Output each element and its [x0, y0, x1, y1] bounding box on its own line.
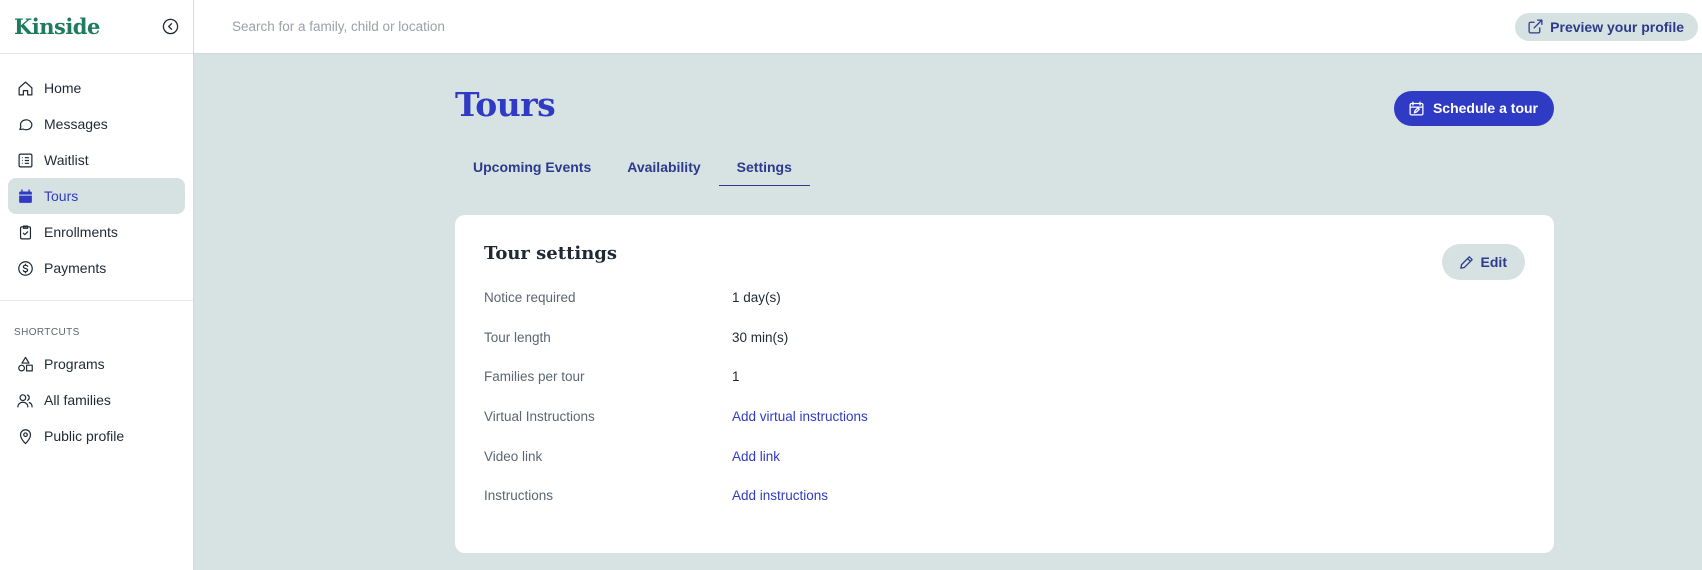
- row-value: 1 day(s): [732, 290, 781, 306]
- add-link-link[interactable]: Add link: [732, 449, 780, 464]
- edit-label: Edit: [1480, 254, 1507, 270]
- preview-profile-label: Preview your profile: [1550, 18, 1684, 35]
- page-title: Tours: [455, 84, 556, 124]
- page-header: Tours Schedule a tour: [455, 54, 1554, 154]
- settings-row-virtual-instructions: Virtual Instructions Add virtual instruc…: [484, 397, 1525, 437]
- schedule-tour-button[interactable]: Schedule a tour: [1393, 90, 1554, 126]
- settings-row-tour-length: Tour length 30 min(s): [484, 318, 1525, 358]
- sidebar-item-label: Tours: [44, 188, 79, 204]
- card-title: Tour settings: [484, 243, 618, 264]
- sidebar-item-label: Programs: [44, 356, 105, 372]
- settings-row-families-per-tour: Families per tour 1: [484, 357, 1525, 397]
- home-icon: [16, 79, 34, 97]
- kinside-logo[interactable]: Kinside: [14, 14, 100, 39]
- row-label: Instructions: [484, 488, 554, 504]
- sidebar-item-label: Home: [44, 80, 82, 96]
- row-label: Families per tour: [484, 369, 585, 385]
- settings-row-video-link: Video link Add link: [484, 436, 1525, 476]
- sidebar-item-messages[interactable]: Messages: [8, 106, 185, 142]
- shapes-icon: [16, 355, 34, 373]
- row-label: Tour length: [484, 329, 551, 345]
- pencil-icon: [1459, 255, 1473, 269]
- main-content: Tours Schedule a tour Upcoming Events Av…: [455, 54, 1554, 553]
- tab-upcoming-events[interactable]: Upcoming Events: [455, 148, 609, 186]
- schedule-tour-label: Schedule a tour: [1432, 100, 1538, 116]
- chat-bubble-icon: [16, 115, 34, 133]
- sidebar-item-programs[interactable]: Programs: [8, 346, 185, 382]
- settings-list: Notice required 1 day(s) Tour length 30 …: [484, 278, 1525, 516]
- sidebar-header: Kinside: [0, 0, 193, 54]
- sidebar-item-label: Messages: [44, 116, 108, 132]
- sidebar-item-waitlist[interactable]: Waitlist: [8, 142, 185, 178]
- chevron-left-circle-icon: [162, 18, 178, 35]
- row-value: 30 min(s): [732, 329, 789, 345]
- settings-row-instructions: Instructions Add instructions: [484, 476, 1525, 516]
- sidebar-item-label: All families: [44, 392, 111, 408]
- sidebar-item-all-families[interactable]: All families: [8, 382, 185, 418]
- calendar-edit-icon: [1409, 100, 1424, 116]
- collapse-sidebar-button[interactable]: [161, 18, 179, 36]
- tour-settings-card: Tour settings Edit Notice required 1 day…: [455, 215, 1554, 553]
- sidebar-item-home[interactable]: Home: [8, 70, 185, 106]
- list-icon: [16, 151, 34, 169]
- sidebar-item-label: Public profile: [44, 428, 125, 444]
- sidebar-item-enrollments[interactable]: Enrollments: [8, 214, 185, 250]
- row-label: Notice required: [484, 290, 576, 306]
- search-input[interactable]: [232, 19, 652, 34]
- row-label: Video link: [484, 448, 543, 464]
- sidebar-item-label: Payments: [44, 260, 107, 276]
- shortcuts-nav: Programs All families Public profile: [0, 346, 193, 454]
- add-virtual-instructions-link[interactable]: Add virtual instructions: [732, 409, 868, 424]
- preview-profile-button[interactable]: Preview your profile: [1515, 12, 1698, 41]
- calendar-icon: [16, 187, 34, 205]
- add-instructions-link[interactable]: Add instructions: [732, 488, 828, 503]
- main-nav: Home Messages Waitlist Tours Enrollments: [0, 54, 193, 301]
- tab-settings[interactable]: Settings: [718, 148, 810, 186]
- edit-button[interactable]: Edit: [1441, 244, 1525, 280]
- clipboard-check-icon: [16, 223, 34, 241]
- users-icon: [16, 391, 34, 409]
- sidebar-item-label: Waitlist: [44, 152, 89, 168]
- tab-availability[interactable]: Availability: [609, 148, 718, 186]
- tabs: Upcoming Events Availability Settings: [455, 148, 1554, 186]
- sidebar: Kinside Home Messages Waitlist Tours Enr…: [0, 0, 194, 570]
- sidebar-item-payments[interactable]: Payments: [8, 250, 185, 286]
- external-link-icon: [1528, 19, 1543, 34]
- sidebar-item-public-profile[interactable]: Public profile: [8, 418, 185, 454]
- sidebar-item-tours[interactable]: Tours: [8, 178, 185, 214]
- dollar-circle-icon: [16, 259, 34, 277]
- row-value: 1: [732, 369, 740, 385]
- top-bar: Preview your profile: [194, 0, 1702, 54]
- map-pin-icon: [16, 427, 34, 445]
- sidebar-item-label: Enrollments: [44, 224, 118, 240]
- shortcuts-heading: SHORTCUTS: [14, 327, 80, 338]
- row-label: Virtual Instructions: [484, 409, 595, 425]
- settings-row-notice: Notice required 1 day(s): [484, 278, 1525, 318]
